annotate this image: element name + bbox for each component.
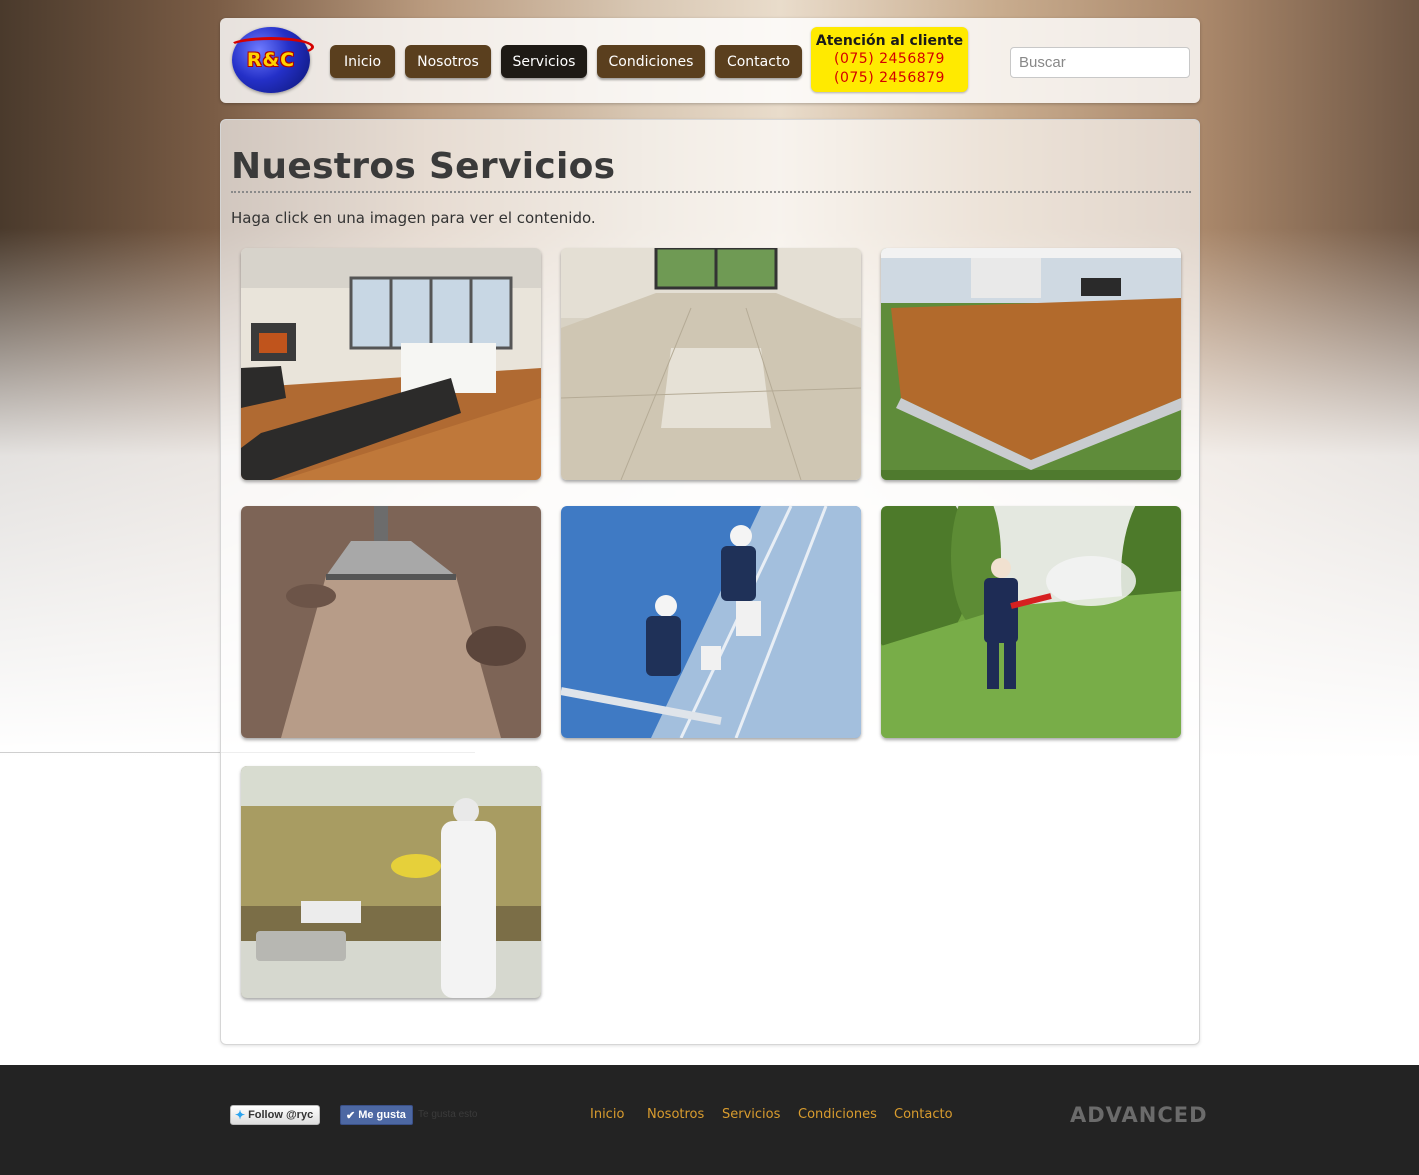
kitchen-fumigation-image — [241, 766, 541, 998]
footer-nav-servicios[interactable]: Servicios — [722, 1107, 780, 1122]
footer-nav-nosotros[interactable]: Nosotros — [647, 1107, 704, 1122]
twitter-bird-icon: ✦ — [235, 1108, 246, 1122]
service-image-dance-floor[interactable] — [881, 248, 1181, 480]
service-image-hardwood-floor[interactable] — [241, 248, 541, 480]
search-input[interactable] — [1010, 47, 1190, 78]
facebook-like-label: Me gusta — [358, 1109, 406, 1121]
checkmark-icon: ✔ — [346, 1109, 356, 1122]
service-image-window-cleaning[interactable] — [561, 506, 861, 738]
wooden-dance-floor-image — [881, 248, 1181, 480]
orchard-fumigation-image — [881, 506, 1181, 738]
brand-logo[interactable]: ADVANCED — [1070, 1103, 1208, 1127]
twitter-follow-button[interactable]: ✦ Follow @ryc — [230, 1105, 320, 1125]
service-image-orchard-fumigation[interactable] — [881, 506, 1181, 738]
facebook-like-button[interactable]: ✔ Me gusta — [340, 1105, 413, 1125]
page-title: Nuestros Servicios — [231, 146, 1191, 193]
twitter-follow-label: Follow @ryc — [248, 1109, 314, 1121]
main-content: Nuestros Servicios Haga click en una ima… — [220, 119, 1200, 1045]
footer: ✦ Follow @ryc ✔ Me gusta Te gusta esto I… — [0, 1065, 1419, 1175]
carpet-cleaning-image — [241, 506, 541, 738]
window-cleaning-image — [561, 506, 861, 738]
phone-number: (075) 2456879 — [834, 51, 945, 67]
logo[interactable]: R&C — [228, 27, 314, 93]
intro-text: Haga click en una imagen para ver el con… — [231, 209, 596, 227]
facebook-like-count: Te gusta esto — [418, 1109, 478, 1120]
nav-condiciones[interactable]: Condiciones — [597, 45, 705, 78]
nav-servicios[interactable]: Servicios — [501, 45, 587, 78]
customer-service-title: Atención al cliente — [815, 33, 964, 49]
header: R&C Inicio Nosotros Servicios Condicione… — [220, 18, 1200, 103]
service-image-kitchen-fumigation[interactable] — [241, 766, 541, 998]
phone-number: (075) 2456879 — [834, 70, 945, 86]
logo-ring — [228, 37, 314, 57]
customer-service-box: Atención al cliente (075) 2456879 (075) … — [811, 27, 968, 92]
nav-contacto[interactable]: Contacto — [715, 45, 802, 78]
footer-nav-contacto[interactable]: Contacto — [894, 1107, 953, 1122]
service-image-carpet-cleaning[interactable] — [241, 506, 541, 738]
footer-nav-inicio[interactable]: Inicio — [590, 1107, 624, 1122]
service-image-marble-floor[interactable] — [561, 248, 861, 480]
nav-nosotros[interactable]: Nosotros — [405, 45, 491, 78]
footer-nav-condiciones[interactable]: Condiciones — [798, 1107, 877, 1122]
polished-marble-floor-image — [561, 248, 861, 480]
nav-inicio[interactable]: Inicio — [330, 45, 395, 78]
hardwood-living-room-image — [241, 248, 541, 480]
